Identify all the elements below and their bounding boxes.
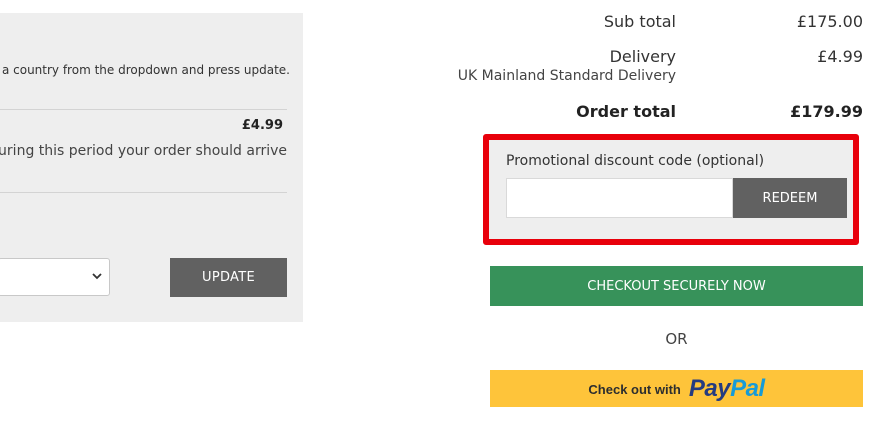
update-button[interactable]: UPDATE xyxy=(170,258,287,297)
subtotal-label: Sub total xyxy=(603,12,676,31)
country-select[interactable] xyxy=(0,258,110,296)
divider xyxy=(0,109,287,110)
paypal-checkout-button[interactable]: Check out with PayPal xyxy=(490,370,863,407)
divider xyxy=(0,192,287,193)
delivery-instruction-text: Please select a country from the dropdow… xyxy=(0,63,290,77)
delivery-label: Delivery xyxy=(609,47,676,66)
promo-code-label: Promotional discount code (optional) xyxy=(506,153,765,169)
order-total-label: Order total xyxy=(576,102,676,121)
delivery-option-price: £4.99 xyxy=(241,118,283,133)
paypal-prefix-text: Check out with xyxy=(588,382,681,397)
or-separator: OR xyxy=(665,330,688,348)
subtotal-value: £175.00 xyxy=(796,12,863,31)
delivery-value: £4.99 xyxy=(817,47,863,66)
paypal-logo: PayPal xyxy=(688,374,765,402)
checkout-securely-button[interactable]: CHECKOUT SECURELY NOW xyxy=(490,266,863,306)
promo-code-input[interactable] xyxy=(506,178,733,218)
chevron-down-icon xyxy=(92,273,102,280)
order-total-value: £179.99 xyxy=(790,102,863,121)
delivery-option-description: During this period your order should arr… xyxy=(0,143,287,159)
delivery-method: UK Mainland Standard Delivery xyxy=(457,68,676,84)
redeem-button[interactable]: REDEEM xyxy=(733,178,847,218)
